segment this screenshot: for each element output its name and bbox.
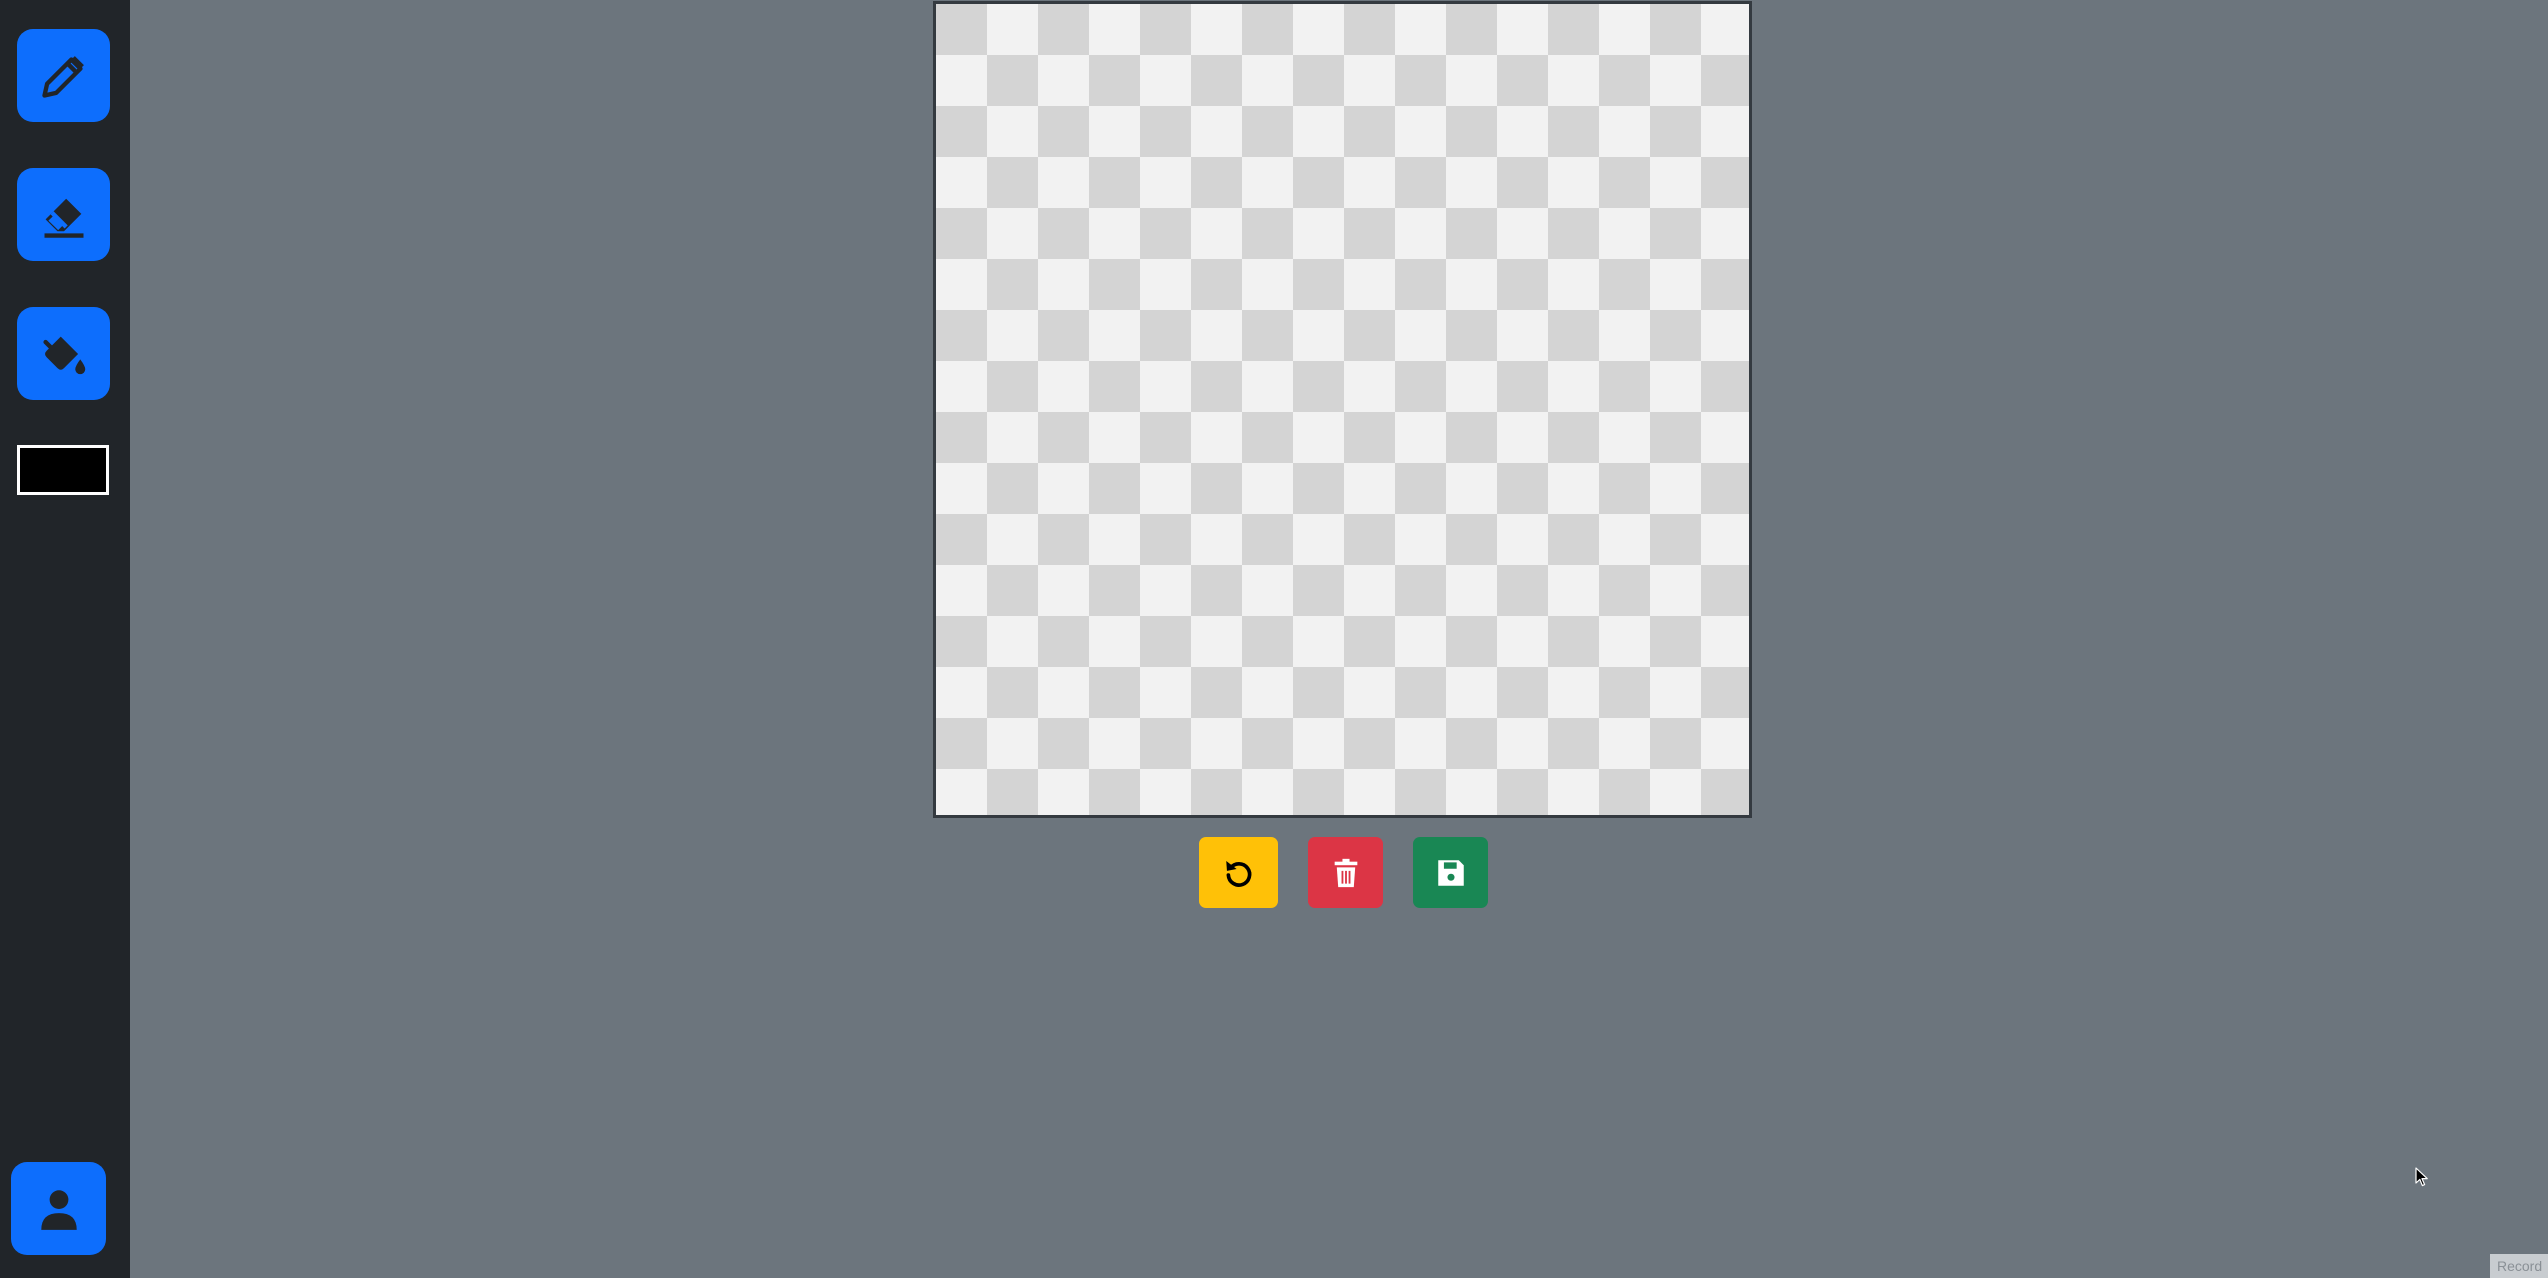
- pencil-tool-button[interactable]: [17, 29, 110, 122]
- undo-button[interactable]: [1199, 837, 1278, 908]
- paint-bucket-icon: [42, 336, 85, 374]
- sidebar: [0, 0, 130, 1278]
- trash-icon: [1334, 858, 1357, 887]
- clear-button[interactable]: [1308, 837, 1383, 908]
- eraser-tool-button[interactable]: [17, 168, 110, 261]
- drawing-canvas[interactable]: [933, 1, 1752, 818]
- floppy-disk-icon: [1437, 859, 1464, 886]
- color-picker-swatch[interactable]: [17, 445, 109, 495]
- mouse-cursor-icon: [2415, 1167, 2428, 1187]
- record-label: Record: [2490, 1254, 2548, 1278]
- eraser-icon: [44, 198, 83, 238]
- save-button[interactable]: [1413, 837, 1488, 908]
- fill-tool-button[interactable]: [17, 307, 110, 400]
- pencil-icon: [41, 55, 84, 98]
- person-icon: [40, 1189, 77, 1230]
- undo-icon: [1225, 860, 1251, 887]
- profile-button[interactable]: [11, 1162, 106, 1255]
